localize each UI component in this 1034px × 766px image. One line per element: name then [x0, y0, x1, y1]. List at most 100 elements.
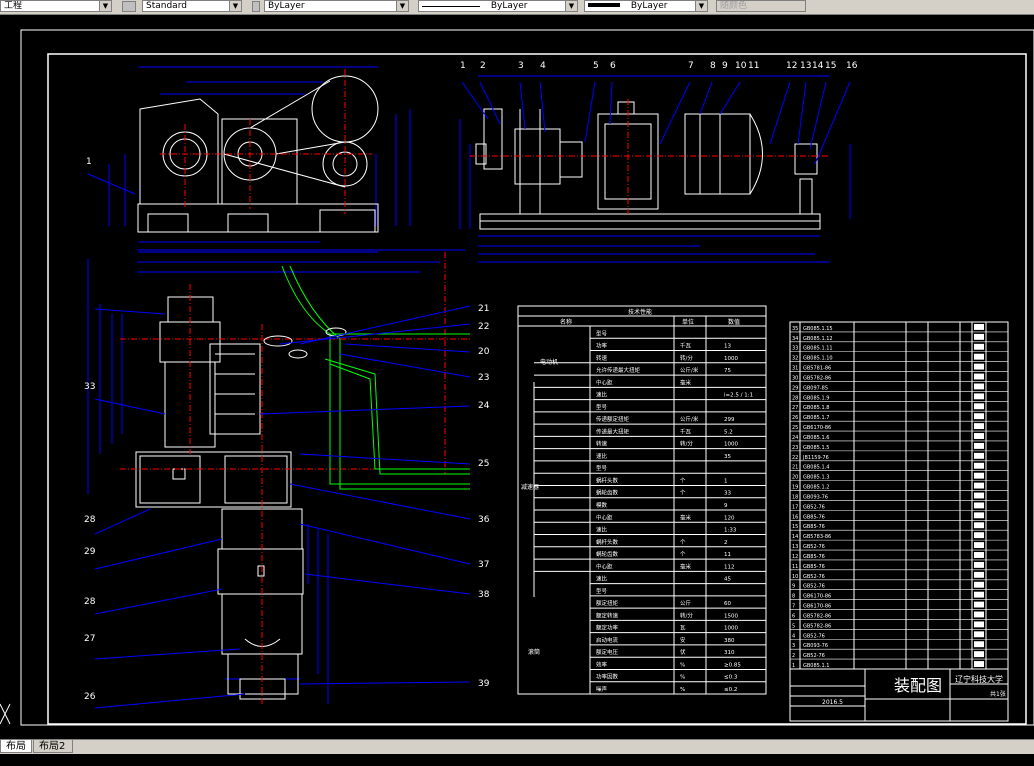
plan-view [87, 249, 471, 709]
plot-style-dropdown[interactable]: 随颜色 [716, 0, 806, 12]
tech-cell: 45 [724, 577, 731, 583]
layer-color-dropdown[interactable]: ByLayer ▼ [264, 0, 409, 12]
bom-row-mark [974, 571, 984, 578]
bom-row-code: GB52-76 [803, 633, 825, 639]
bom-table: 35 GB085.1.1534 GB085.1.1233 GB085.1.1132 GB… [789, 321, 1009, 670]
tech-cell: 额定电压 [596, 648, 619, 656]
svg-text:1: 1 [460, 61, 466, 71]
bom-row-mark [974, 343, 984, 350]
part-labels-right: 21 22 20 23 24 25 36 37 38 39 [478, 304, 490, 689]
bom-row-number: 17 [792, 504, 798, 510]
svg-text:37: 37 [478, 560, 489, 570]
bom-row-mark [974, 611, 984, 618]
tech-cell: 效率 [596, 660, 608, 668]
bom-row-number: 8 [792, 594, 795, 600]
bom-row-number: 28 [792, 395, 798, 401]
tech-cell: 1000 [724, 626, 738, 632]
tech-cell: 310 [724, 650, 735, 656]
bom-row-number: 4 [792, 633, 795, 639]
ucs-icon [0, 703, 11, 725]
bom-row-code: GB085.1.15 [803, 326, 833, 332]
bom-row-mark [974, 383, 984, 390]
tech-head-value: 数值 [728, 318, 740, 326]
title-block-school: 辽宁科技大学 [955, 674, 1003, 684]
bom-row-mark [974, 353, 984, 360]
tech-cell: 转速 [596, 354, 608, 362]
bom-row-number: 2 [792, 653, 795, 659]
bom-row-code: JB1159-76 [802, 455, 829, 461]
tech-cell: 转/分 [680, 440, 693, 448]
tech-cell: 中心距 [596, 378, 613, 386]
chevron-down-icon: ▼ [695, 1, 707, 11]
bom-row-number: 23 [792, 445, 798, 451]
tech-cell: i=2.5 / 1:1 [724, 393, 753, 399]
bom-row-code: GB085.1.3 [803, 475, 829, 481]
text-style-dropdown[interactable]: Standard ▼ [142, 0, 242, 12]
bom-row-number: 5 [792, 623, 795, 629]
bom-row-mark [974, 631, 984, 638]
title-block-date: 2016.5 [822, 699, 843, 706]
bom-row-mark [974, 512, 984, 519]
svg-text:22: 22 [478, 322, 489, 332]
tech-cell: 中心距 [596, 562, 613, 570]
tech-cell: 速比 [596, 526, 608, 534]
tab-layout1[interactable]: 布局1 [0, 740, 32, 765]
tech-cell: 额定转速 [596, 611, 619, 619]
tech-head-unit: 单位 [682, 318, 694, 326]
svg-text:10: 10 [735, 61, 747, 71]
bom-row-code: GB085.1.7 [803, 415, 829, 421]
bom-row-code: GB085.1.8 [803, 405, 829, 411]
workspace-dropdown[interactable]: 工程 ▼ [0, 0, 112, 12]
bom-row-number: 29 [792, 385, 798, 391]
svg-text:25: 25 [478, 459, 489, 469]
bom-row-number: 10 [792, 574, 798, 580]
tab-layout2[interactable]: 布局2 [33, 740, 73, 753]
bom-row-code: GB097-85 [803, 385, 828, 391]
svg-text:11: 11 [748, 61, 759, 71]
svg-text:23: 23 [478, 373, 489, 383]
bom-row-number: 20 [792, 475, 798, 481]
part-labels-left: 1 33 28 29 28 27 26 [84, 157, 96, 702]
front-view [459, 75, 851, 263]
bom-row-mark [974, 492, 984, 499]
tech-cell: 毫米 [680, 513, 692, 521]
bom-row-mark [974, 661, 984, 667]
tech-table-title: 技术性能 [628, 308, 652, 316]
bom-row-number: 13 [792, 544, 798, 550]
drawing-canvas[interactable]: 1 2 3 4 5 6 7 8 9 10 11 12 13 14 15 16 1… [0, 14, 1034, 739]
chevron-down-icon: ▼ [396, 1, 408, 11]
tech-cell: 个 [680, 477, 686, 484]
tech-cell: 1000 [724, 442, 738, 448]
layout-tabs: 布局1 布局2 [0, 739, 1034, 765]
bom-row-code: GB52-76 [803, 544, 825, 550]
tech-cell: 毫米 [680, 378, 692, 386]
svg-text:33: 33 [84, 382, 95, 392]
lineweight-dropdown[interactable]: ByLayer ▼ [584, 0, 708, 12]
tech-cell: 个 [680, 539, 686, 546]
text-style-value: Standard [146, 1, 187, 11]
lineweight-preview [588, 3, 620, 7]
linetype-preview [422, 1, 480, 7]
bom-row-code: GB85-76 [803, 564, 825, 570]
color-swatch-icon[interactable] [252, 1, 260, 12]
linetype-dropdown[interactable]: ByLayer ▼ [418, 0, 578, 12]
svg-text:24: 24 [478, 401, 490, 411]
tech-cell: 功率 [596, 342, 608, 350]
svg-text:21: 21 [478, 304, 489, 314]
text-style-icon[interactable] [122, 1, 136, 12]
bom-row-code: GB085.1.4 [803, 465, 829, 471]
bom-row-code: GB085.1.10 [803, 356, 833, 362]
svg-text:39: 39 [478, 679, 490, 689]
tech-cell: 千瓦 [680, 427, 692, 435]
side-view [87, 66, 411, 253]
tech-head-name: 名称 [560, 318, 572, 326]
tech-cell: 9 [724, 503, 728, 509]
tech-cell: 13 [724, 344, 731, 350]
bom-row-number: 21 [792, 465, 798, 471]
bom-row-number: 31 [792, 366, 798, 372]
bom-row-code: GB52-76 [803, 574, 825, 580]
technical-table: 技术性能 名称 单位 数值 电动机 减速器 滚筒 型号功率 千瓦 13转速 转/分 10… [517, 305, 767, 695]
bom-row-mark [974, 482, 984, 489]
workspace-value: 工程 [4, 1, 23, 11]
tech-cell: % [680, 675, 685, 681]
